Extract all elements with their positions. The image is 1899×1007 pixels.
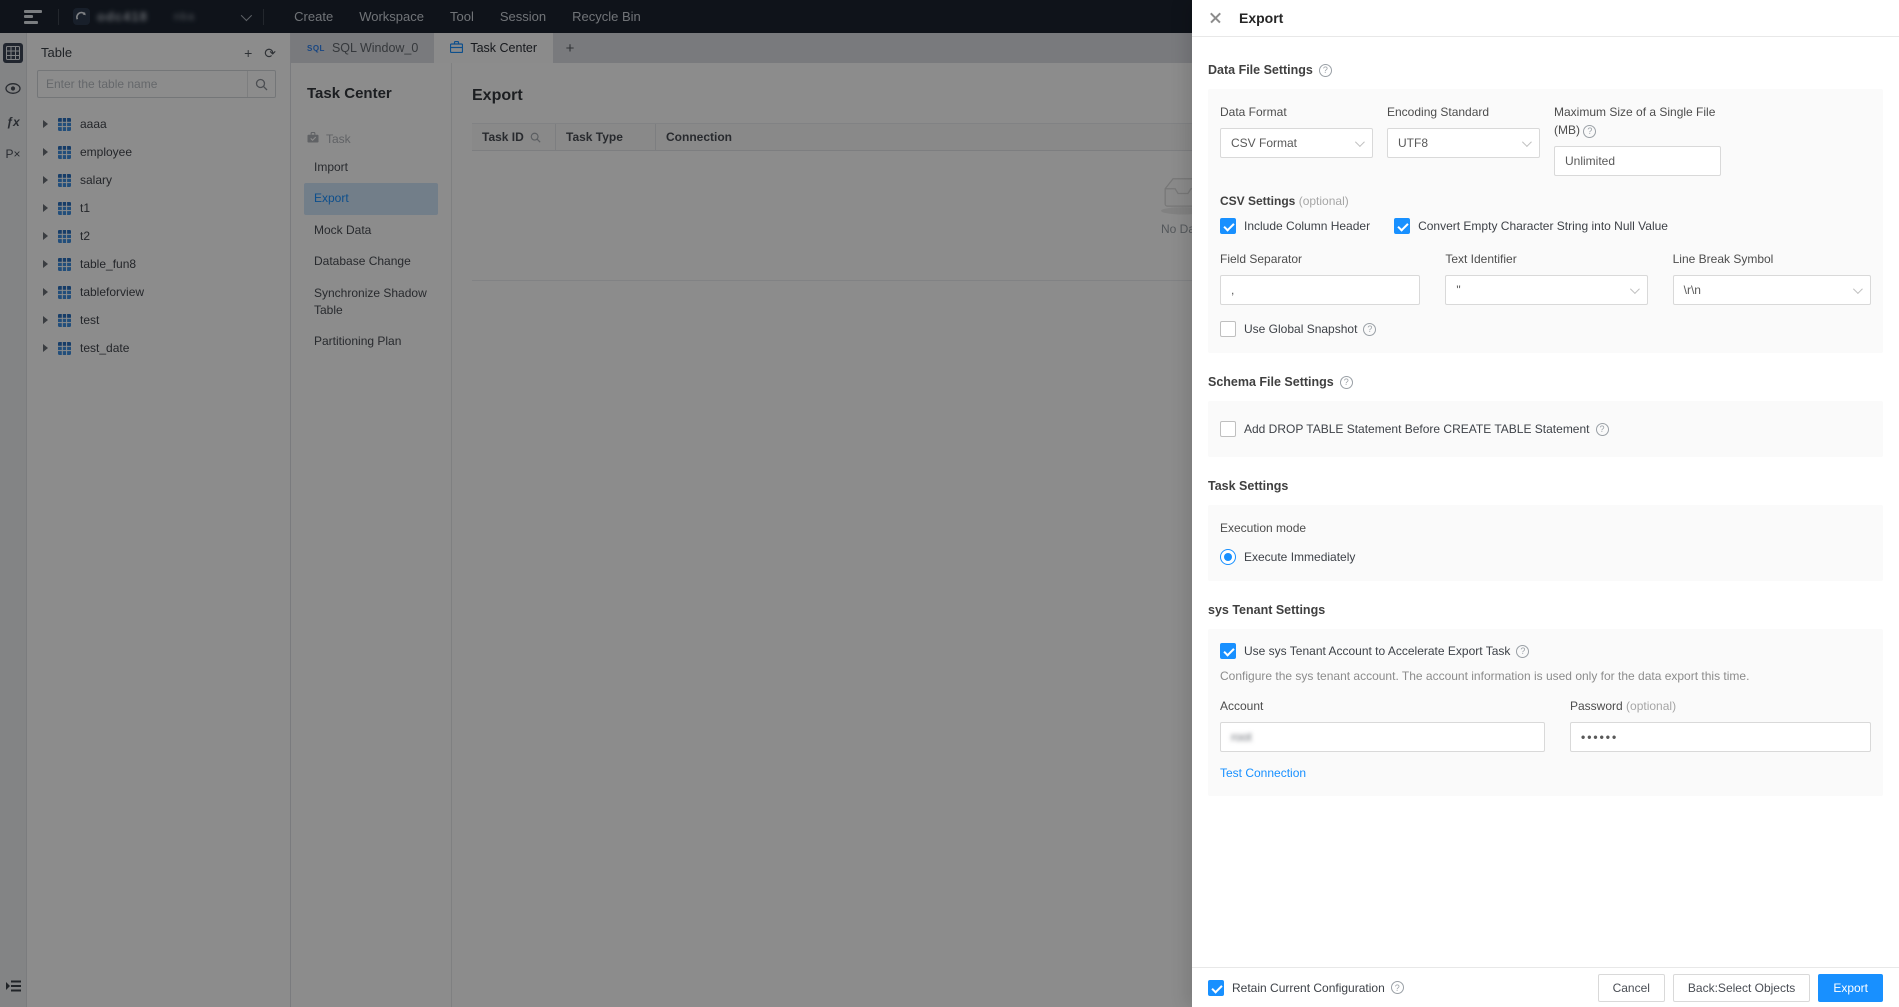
checkbox-checked-icon[interactable] — [1220, 643, 1236, 659]
sys-tenant-settings-heading: sys Tenant Settings — [1208, 603, 1326, 617]
include-column-header-checkbox[interactable]: Include Column Header — [1220, 218, 1370, 234]
csv-settings-heading: CSV Settings (optional) — [1220, 194, 1349, 208]
export-button[interactable]: Export — [1818, 973, 1883, 1002]
password-input[interactable]: •••••• — [1570, 722, 1871, 752]
close-icon[interactable] — [1208, 10, 1224, 26]
field-separator-label: Field Separator — [1220, 252, 1303, 266]
use-global-snapshot-checkbox[interactable]: Use Global Snapshot ? — [1220, 321, 1871, 337]
sys-tenant-description: Configure the sys tenant account. The ac… — [1220, 669, 1750, 683]
max-size-input[interactable] — [1554, 146, 1721, 176]
data-format-select[interactable]: CSV Format — [1220, 128, 1373, 158]
drawer-footer: Retain Current Configuration ? Cancel Ba… — [1192, 967, 1899, 1007]
encoding-label: Encoding Standard — [1387, 105, 1490, 119]
app-root: odc418 nba Create Workspace Tool Session… — [0, 0, 1899, 1007]
drawer-body: Data File Settings? Data Format CSV Form… — [1192, 37, 1899, 967]
chevron-down-icon — [1354, 136, 1365, 147]
data-format-label: Data Format — [1220, 105, 1287, 119]
help-icon[interactable]: ? — [1595, 422, 1609, 436]
line-break-label: Line Break Symbol — [1672, 252, 1774, 266]
chevron-down-icon — [1852, 283, 1863, 294]
drawer-title: Export — [1239, 10, 1284, 26]
help-icon[interactable]: ? — [1390, 981, 1404, 994]
help-icon[interactable]: ? — [1318, 63, 1332, 77]
help-icon[interactable]: ? — [1339, 375, 1353, 389]
checkbox-checked-icon[interactable] — [1220, 218, 1236, 234]
checkbox-checked-icon[interactable] — [1394, 218, 1411, 234]
text-identifier-label: Text Identifier — [1445, 252, 1517, 266]
execute-immediately-radio[interactable]: Execute Immediately — [1220, 549, 1871, 565]
help-icon[interactable]: ? — [1516, 644, 1530, 658]
chevron-down-icon — [1629, 283, 1640, 294]
back-select-objects-button[interactable]: Back:Select Objects — [1672, 973, 1811, 1002]
drawer-header: Export — [1192, 0, 1899, 37]
account-input[interactable]: root — [1220, 722, 1545, 752]
checkbox-checked-icon[interactable] — [1208, 979, 1224, 996]
test-connection-link[interactable]: Test Connection — [1220, 766, 1306, 780]
add-drop-table-checkbox[interactable]: Add DROP TABLE Statement Before CREATE T… — [1220, 421, 1871, 437]
checkbox-unchecked-icon[interactable] — [1220, 321, 1236, 337]
encoding-select[interactable]: UTF8 — [1387, 128, 1540, 158]
retain-configuration-checkbox[interactable]: Retain Current Configuration ? — [1208, 979, 1404, 996]
max-size-input-field[interactable] — [1565, 154, 1710, 168]
sys-tenant-settings-card: Use sys Tenant Account to Accelerate Exp… — [1208, 629, 1883, 796]
convert-empty-checkbox[interactable]: Convert Empty Character String into Null… — [1394, 218, 1668, 234]
field-separator-input-field[interactable] — [1231, 283, 1410, 297]
max-size-label: Maximum Size of a Single File (MB) ? — [1554, 105, 1716, 139]
field-separator-input[interactable] — [1220, 275, 1421, 305]
use-sys-tenant-checkbox[interactable]: Use sys Tenant Account to Accelerate Exp… — [1220, 643, 1871, 659]
chevron-down-icon — [1521, 136, 1532, 147]
execution-mode-label: Execution mode — [1220, 521, 1307, 535]
text-identifier-select[interactable]: " — [1445, 275, 1648, 305]
export-drawer: Export Data File Settings? Data Format C… — [1192, 0, 1899, 1007]
cancel-button[interactable]: Cancel — [1597, 973, 1665, 1002]
schema-file-settings-heading: Schema File Settings? — [1208, 375, 1883, 389]
checkbox-unchecked-icon[interactable] — [1220, 421, 1236, 437]
task-settings-heading: Task Settings — [1208, 479, 1289, 493]
password-label: Password (optional) — [1570, 699, 1677, 713]
data-file-settings-heading: Data File Settings? — [1208, 63, 1883, 77]
task-settings-card: Execution mode Execute Immediately — [1208, 505, 1883, 581]
schema-file-settings-card: Add DROP TABLE Statement Before CREATE T… — [1208, 401, 1883, 457]
help-icon[interactable]: ? — [1363, 322, 1377, 336]
radio-selected-icon[interactable] — [1220, 549, 1236, 565]
data-file-settings-card: Data Format CSV Format Encoding Standard… — [1208, 89, 1883, 353]
line-break-select[interactable]: \r\n — [1672, 275, 1871, 305]
account-label: Account — [1220, 699, 1264, 713]
help-icon[interactable]: ? — [1583, 125, 1597, 139]
